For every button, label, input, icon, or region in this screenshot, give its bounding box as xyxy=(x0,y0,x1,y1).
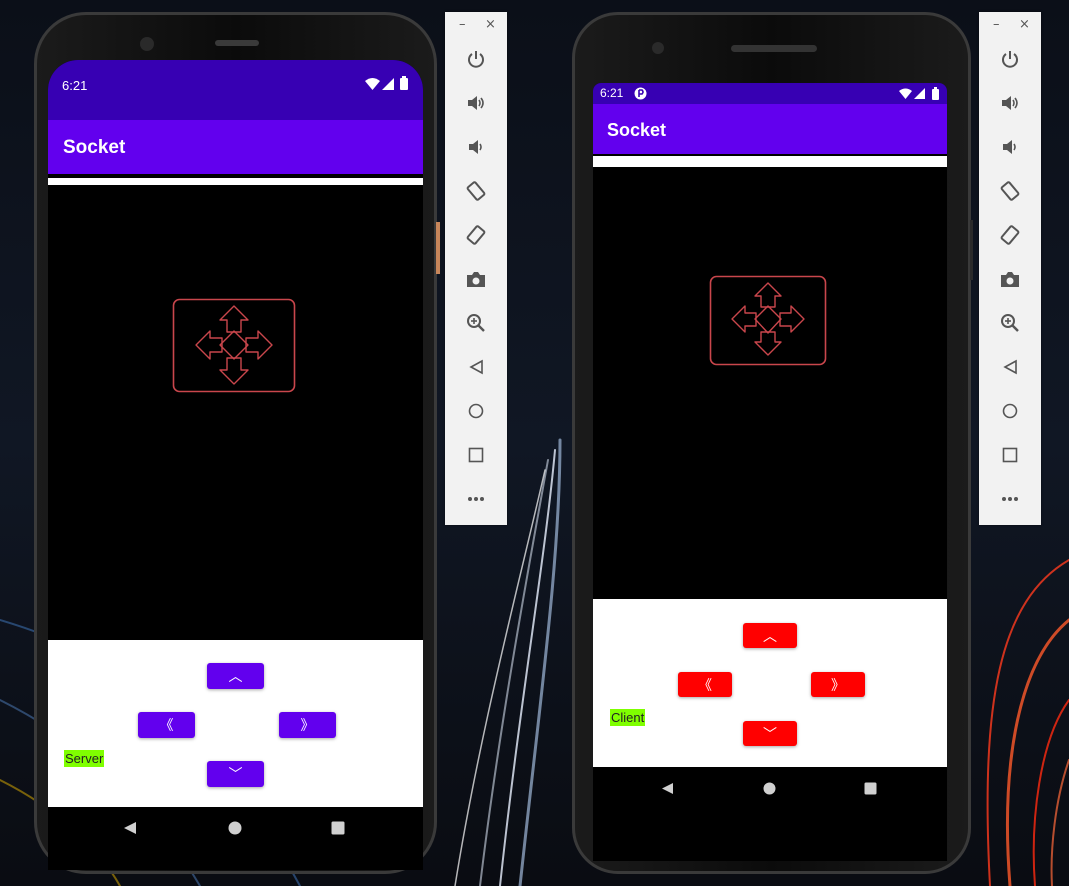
client-screen: 6:21 Socket ︿ 《 》 ﹀ Client xyxy=(593,83,947,861)
control-panel: ︿ 《 》 ﹀ Server xyxy=(48,640,423,807)
divider-strip xyxy=(593,156,947,167)
back-icon[interactable] xyxy=(979,352,1041,382)
control-panel: ︿ 《 》 ﹀ Client xyxy=(593,599,947,767)
status-time: 6:21 xyxy=(600,86,624,100)
zoom-icon[interactable] xyxy=(979,308,1041,338)
front-camera xyxy=(652,42,664,54)
volume-up-icon[interactable] xyxy=(445,88,507,118)
side-button xyxy=(970,220,973,280)
down-button[interactable]: ﹀ xyxy=(207,761,264,787)
volume-down-icon[interactable] xyxy=(445,132,507,162)
overview-icon[interactable] xyxy=(331,821,345,835)
home-icon[interactable] xyxy=(445,396,507,426)
zoom-icon[interactable] xyxy=(445,308,507,338)
battery-icon xyxy=(932,87,939,100)
app-title: Socket xyxy=(63,137,126,158)
earpiece-speaker xyxy=(731,45,817,52)
down-button[interactable]: ﹀ xyxy=(743,721,797,746)
front-camera xyxy=(140,37,154,51)
home-icon[interactable] xyxy=(979,396,1041,426)
rotate-right-icon[interactable] xyxy=(979,220,1041,250)
home-icon[interactable] xyxy=(763,782,776,795)
back-icon[interactable] xyxy=(445,352,507,382)
wifi-icon xyxy=(365,78,380,90)
overview-icon[interactable] xyxy=(445,440,507,470)
up-button[interactable]: ︿ xyxy=(743,623,797,648)
earpiece-speaker xyxy=(215,40,259,46)
right-button[interactable]: 》 xyxy=(811,672,865,697)
more-icon[interactable] xyxy=(445,484,507,514)
rotate-left-icon[interactable] xyxy=(979,176,1041,206)
volume-down-icon[interactable] xyxy=(979,132,1041,162)
power-icon[interactable] xyxy=(445,44,507,74)
camera-icon[interactable] xyxy=(445,264,507,294)
volume-up-icon[interactable] xyxy=(979,88,1041,118)
minimize-button[interactable]: – xyxy=(459,17,466,32)
app-bar: Socket xyxy=(593,104,947,154)
navigation-bar xyxy=(48,807,423,870)
app-bar: Socket xyxy=(48,120,423,174)
power-icon[interactable] xyxy=(979,44,1041,74)
minimize-button[interactable]: – xyxy=(993,17,1000,32)
overview-icon[interactable] xyxy=(864,782,877,795)
close-button[interactable]: × xyxy=(485,17,496,32)
navigation-bar xyxy=(593,767,947,861)
close-button[interactable]: × xyxy=(1019,17,1030,32)
wifi-icon xyxy=(899,88,912,99)
role-label: Server xyxy=(64,750,105,767)
signal-icon xyxy=(382,78,394,90)
right-button[interactable]: 》 xyxy=(279,712,336,738)
app-title: Socket xyxy=(607,120,667,140)
role-label: Client xyxy=(610,709,646,726)
home-icon[interactable] xyxy=(228,821,242,835)
back-icon[interactable] xyxy=(123,821,137,835)
rotate-right-icon[interactable] xyxy=(445,220,507,250)
server-screen: 6:21 Socket ︿ 《 》 ﹀ Server xyxy=(48,60,423,870)
battery-icon xyxy=(400,76,408,90)
signal-icon xyxy=(914,88,925,99)
status-time: 6:21 xyxy=(62,78,88,93)
back-icon[interactable] xyxy=(661,782,674,795)
up-button[interactable]: ︿ xyxy=(207,663,264,689)
volume-rocker xyxy=(436,222,440,274)
notification-icon xyxy=(634,87,647,100)
left-button[interactable]: 《 xyxy=(678,672,732,697)
status-bar: 6:21 xyxy=(48,60,423,120)
emulator-toolbar-left: – × xyxy=(445,12,507,525)
move-icon-frame xyxy=(172,298,296,393)
emulator-toolbar-right: – × xyxy=(979,12,1041,525)
divider-strip xyxy=(48,178,423,185)
overview-icon[interactable] xyxy=(979,440,1041,470)
camera-icon[interactable] xyxy=(979,264,1041,294)
status-bar: 6:21 xyxy=(593,83,947,104)
move-icon-frame xyxy=(709,275,827,366)
left-button[interactable]: 《 xyxy=(138,712,195,738)
rotate-left-icon[interactable] xyxy=(445,176,507,206)
more-icon[interactable] xyxy=(979,484,1041,514)
